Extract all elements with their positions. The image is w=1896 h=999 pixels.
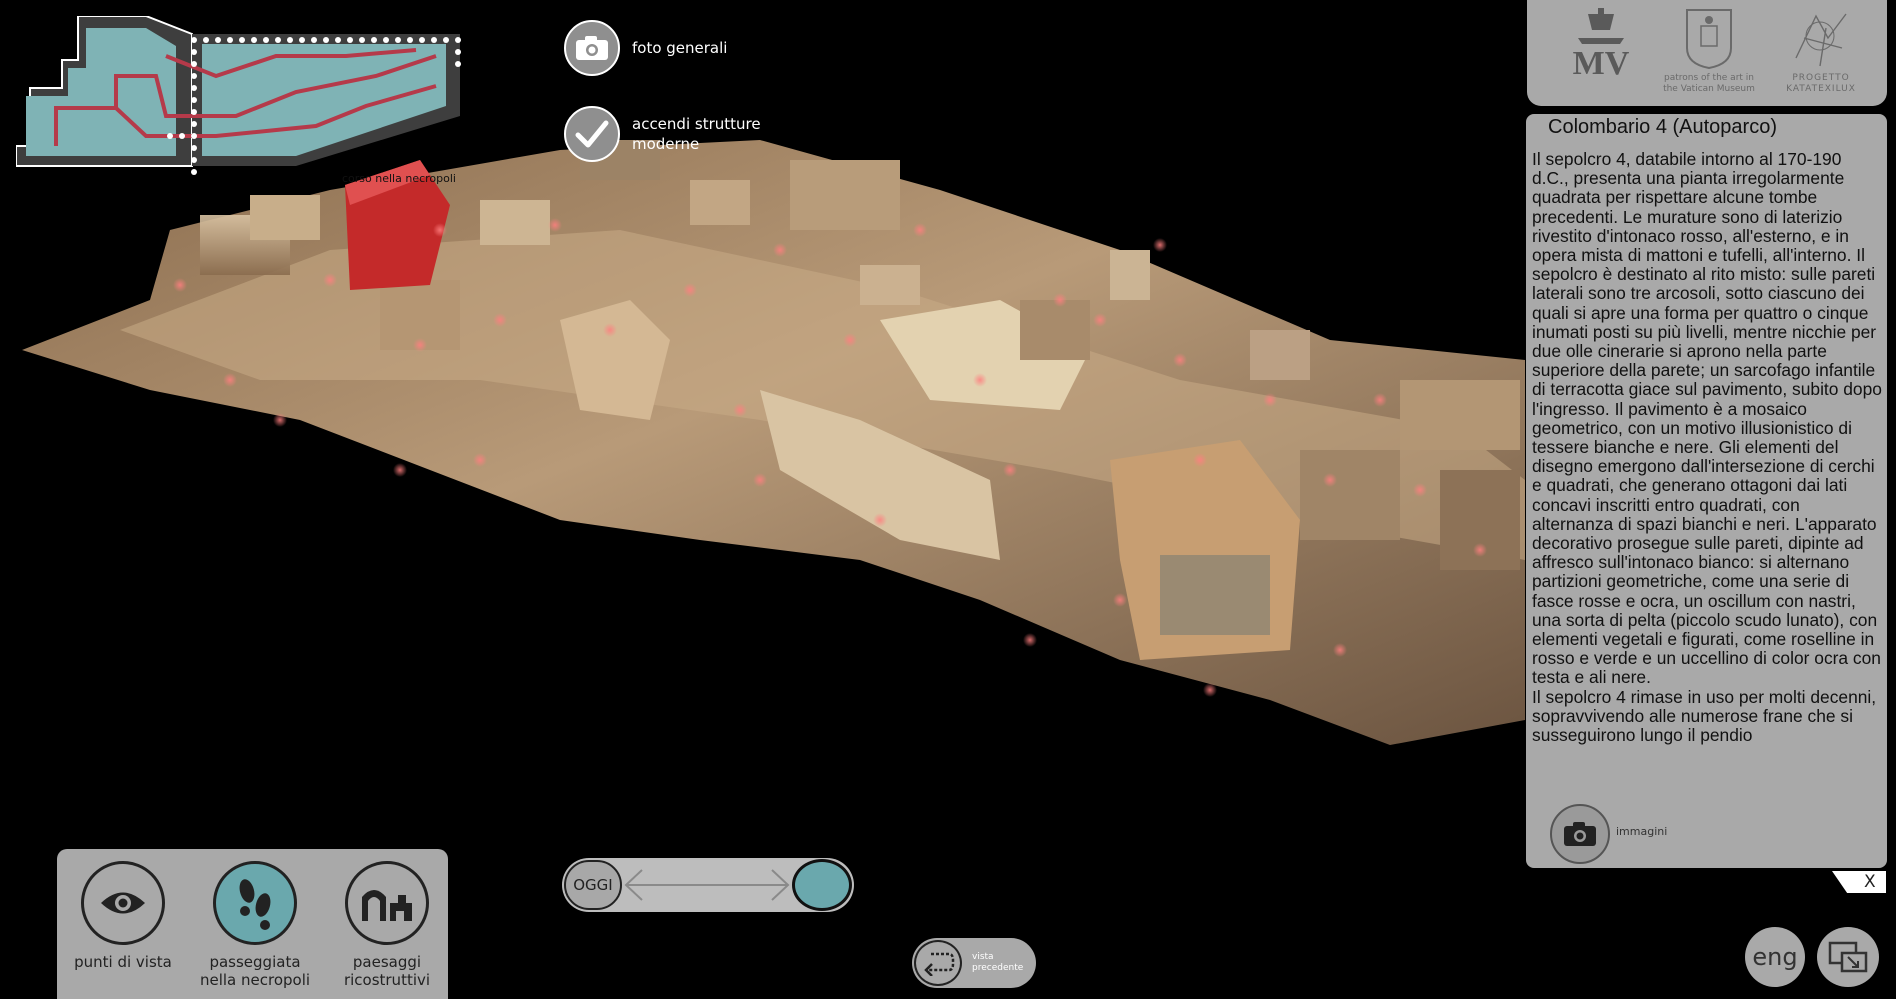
footsteps-icon[interactable]: [213, 861, 297, 945]
paesaggi-label-line1: paesaggi: [352, 953, 422, 971]
punti-di-vista-label: punti di vista: [74, 953, 172, 971]
info-text[interactable]: Il sepolcro 4, databile intorno al 170-1…: [1532, 150, 1882, 794]
info-paragraph-1: Il sepolcro 4, databile intorno al 170-1…: [1532, 150, 1882, 688]
eye-icon[interactable]: [81, 861, 165, 945]
timeline-slider[interactable]: OGGI: [562, 858, 854, 912]
katatexilux-logo-text: PROGETTO KATATEXILUX: [1786, 73, 1856, 94]
musei-vaticani-logo: MV: [1559, 8, 1643, 82]
close-icon[interactable]: X: [1864, 872, 1876, 892]
svg-text:MV: MV: [1573, 45, 1630, 78]
timeline-knob[interactable]: [792, 859, 852, 911]
language-button[interactable]: eng: [1745, 927, 1805, 987]
foto-generali-action[interactable]: foto generali: [564, 20, 727, 76]
fullscreen-button[interactable]: [1817, 927, 1879, 987]
paesaggi-label-line2: ricostruttivi: [343, 971, 431, 989]
images-label: immagini: [1616, 825, 1668, 838]
passeggiata-label-line1: passeggiata: [209, 953, 301, 971]
minimap-caption: corso nella necropoli: [342, 172, 456, 185]
foto-generali-label: foto generali: [632, 39, 728, 57]
info-panel: Colombario 4 (Autoparco) Il sepolcro 4, …: [1526, 114, 1887, 868]
images-button[interactable]: [1550, 804, 1610, 864]
logo-box: MV patrons of the art in the Vatican Mus…: [1527, 0, 1887, 106]
window-resize-icon: [1828, 941, 1868, 973]
info-paragraph-2: Il sepolcro 4 rimase in uso per molti de…: [1532, 686, 1877, 746]
timeline-track: [624, 869, 790, 901]
paesaggi-label: paesaggi ricostruttivi: [327, 953, 447, 989]
camera-icon[interactable]: [564, 20, 620, 76]
vista-precedente-label: vista precedente: [972, 952, 1023, 974]
patrons-logo-text: patrons of the art in the Vatican Museum: [1663, 73, 1755, 94]
oggi-button[interactable]: OGGI: [564, 860, 622, 910]
accendi-strutture-label: accendi strutture moderne: [632, 114, 761, 154]
vista-label-line2: precedente: [972, 963, 1024, 973]
vista-label-line1: vista: [972, 952, 994, 962]
back-arrow-icon[interactable]: [914, 940, 962, 986]
punti-di-vista-button[interactable]: punti di vista: [63, 861, 183, 971]
mode-navigation: punti di vista passeggiata nella necropo…: [57, 849, 448, 999]
vista-precedente-button[interactable]: vista precedente: [912, 938, 1036, 988]
passeggiata-button[interactable]: passeggiata nella necropoli: [195, 861, 315, 989]
katatexilux-logo: PROGETTO KATATEXILUX: [1771, 8, 1871, 95]
passeggiata-label: passeggiata nella necropoli: [195, 953, 315, 989]
reconstruction-icon[interactable]: [345, 861, 429, 945]
accendi-label-line1: accendi strutture: [632, 115, 761, 133]
info-title: Colombario 4 (Autoparco): [1548, 116, 1777, 138]
accendi-label-line2: moderne: [632, 135, 700, 153]
checkmark-icon[interactable]: [564, 106, 620, 162]
camera-icon: [1564, 822, 1596, 846]
necropolis-minimap[interactable]: [16, 16, 466, 186]
patrons-logo: patrons of the art in the Vatican Museum: [1659, 8, 1759, 95]
accendi-strutture-action[interactable]: accendi strutture moderne: [564, 106, 761, 162]
paesaggi-button[interactable]: paesaggi ricostruttivi: [327, 861, 447, 989]
passeggiata-label-line2: nella necropoli: [199, 971, 311, 989]
